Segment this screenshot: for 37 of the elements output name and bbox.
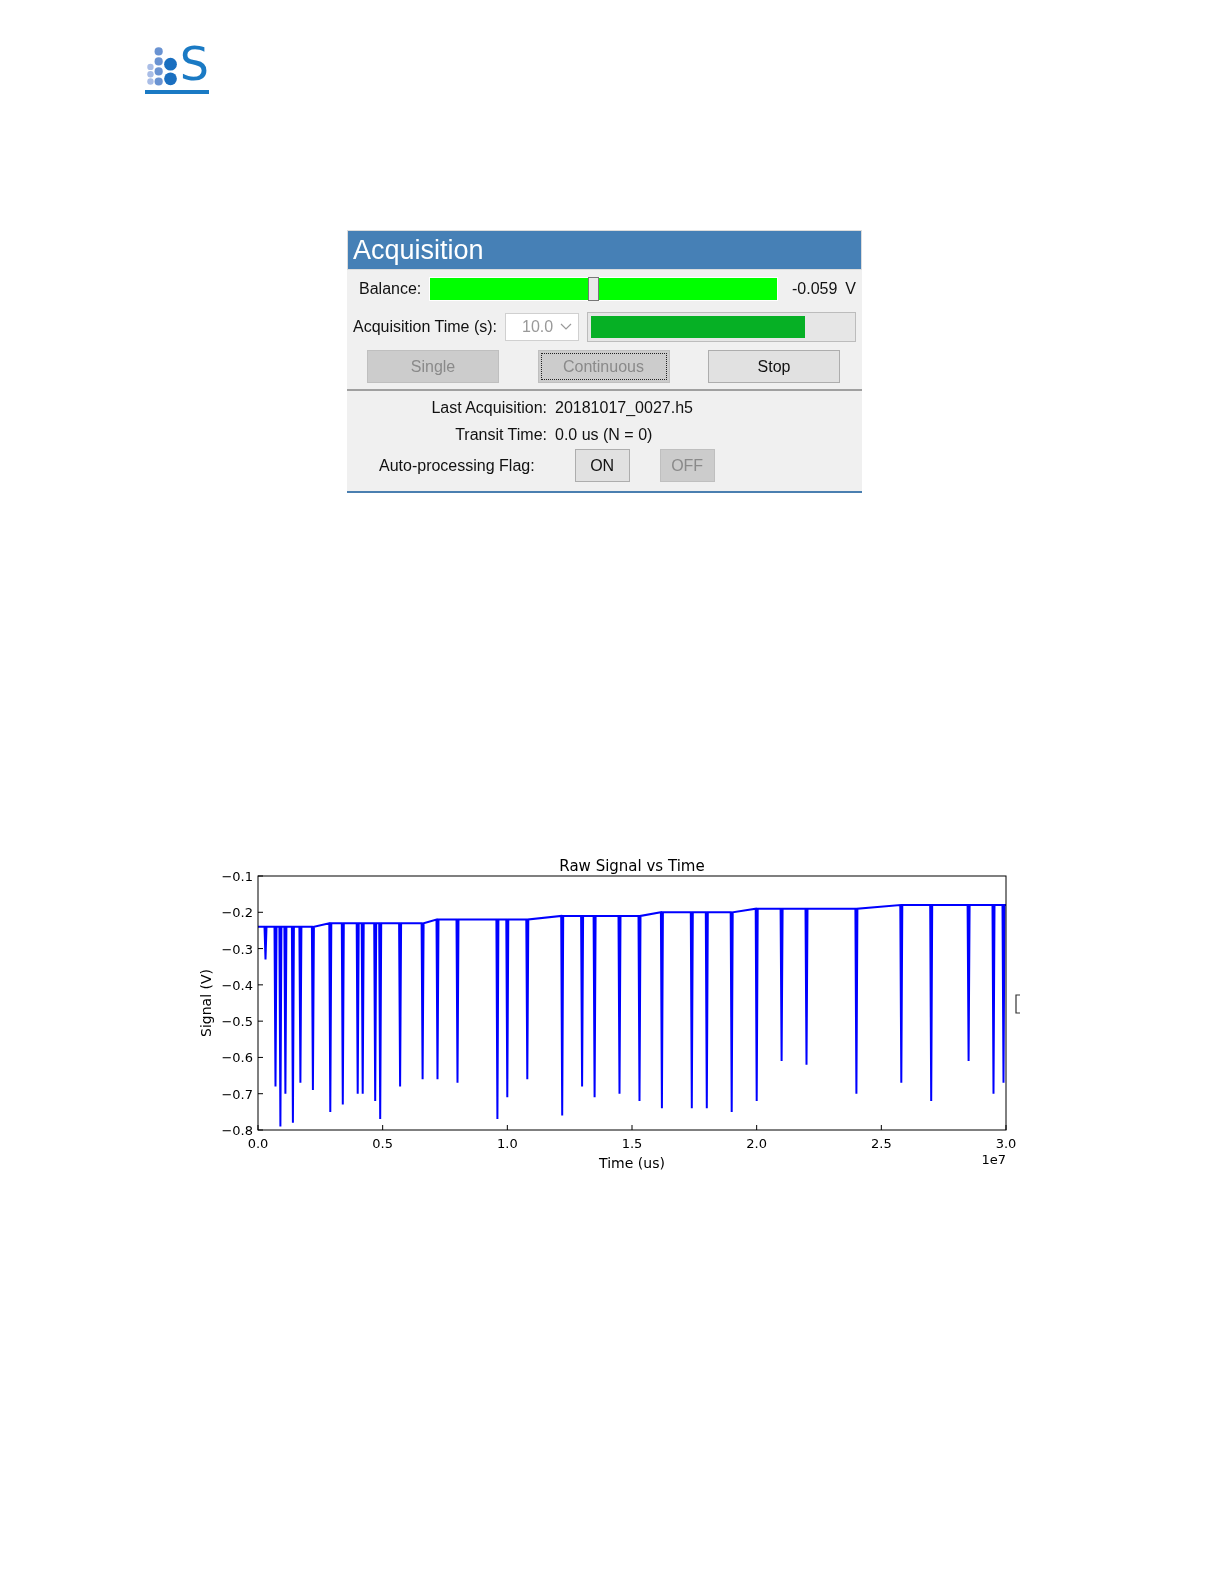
info-value: 20181017_0027.h5 — [555, 399, 694, 417]
acquisition-button[interactable]: Stop — [708, 350, 840, 383]
flag-button[interactable]: ON — [574, 449, 630, 482]
x-axis-label: Time (us) — [599, 1155, 665, 1171]
y-tick-label: −0.1 — [221, 869, 253, 884]
x-tick-label: 0.0 — [247, 1136, 269, 1151]
x-tick-label: 3.0 — [995, 1136, 1017, 1151]
chevron-down-icon — [560, 323, 573, 331]
info-label: Last Acquisition: — [430, 399, 547, 417]
x-tick-label: 2.0 — [746, 1136, 767, 1151]
x-tick-label: 2.5 — [871, 1136, 892, 1151]
flag-label: Auto-processing Flag: — [379, 456, 535, 475]
y-tick-label: −0.8 — [221, 1123, 253, 1138]
y-tick-label: −0.4 — [221, 977, 253, 993]
chart-title: Raw Signal vs Time — [559, 857, 705, 875]
y-tick-label: −0.5 — [221, 1014, 253, 1030]
x-tick-label: 0.5 — [372, 1136, 393, 1151]
bracket-mark — [1015, 994, 1021, 1014]
acquisition-time-label: Acquisition Time (s): — [353, 318, 498, 336]
y-tick-label: −0.6 — [221, 1050, 253, 1066]
axis-offset-label: 1e7 — [981, 1152, 1006, 1167]
info-label: Transit Time: — [454, 426, 547, 444]
x-tick-label: 1.5 — [621, 1136, 643, 1151]
slider-thumb[interactable] — [588, 277, 600, 301]
info-value: 0.0 us (N = 0) — [555, 426, 654, 444]
y-tick-label: −0.3 — [221, 941, 253, 957]
dots-logo-icon — [145, 44, 178, 88]
y-tick-label: −0.7 — [221, 1086, 253, 1102]
y-tick-label: −0.2 — [221, 905, 253, 921]
logo-letter: S — [179, 40, 209, 88]
y-axis-label: Signal (V) — [198, 969, 214, 1037]
x-tick-label: 1.0 — [497, 1136, 518, 1151]
panel-title: Acquisition — [347, 230, 862, 270]
balance-label: Balance: — [359, 280, 422, 298]
unit-label: V — [845, 280, 856, 298]
balance-slider[interactable] — [429, 277, 778, 301]
balance-reading: -0.059 — [791, 280, 838, 298]
